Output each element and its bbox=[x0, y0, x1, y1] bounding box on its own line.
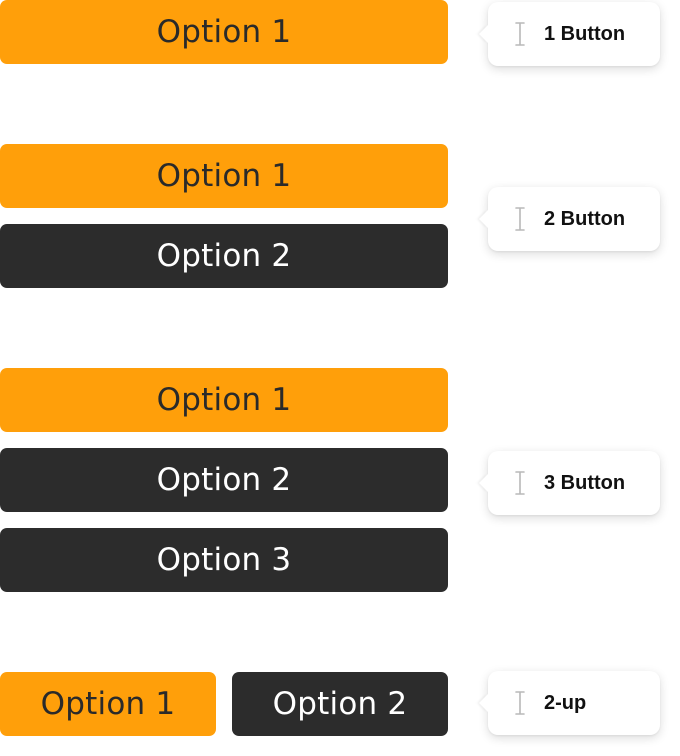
option-1-button[interactable]: Option 1 bbox=[0, 672, 216, 736]
variant-tag-label: 2 Button bbox=[544, 208, 626, 230]
option-1-button[interactable]: Option 1 bbox=[0, 0, 448, 64]
option-1-button[interactable]: Option 1 bbox=[0, 144, 448, 208]
variant-tag-3-button: 3 Button bbox=[488, 451, 660, 515]
option-1-button[interactable]: Option 1 bbox=[0, 368, 448, 432]
text-cursor-icon bbox=[515, 471, 525, 495]
text-cursor-icon bbox=[515, 691, 525, 715]
option-3-button[interactable]: Option 3 bbox=[0, 528, 448, 592]
variant-tag-1-button: 1 Button bbox=[488, 2, 660, 66]
text-cursor-icon bbox=[515, 22, 525, 46]
option-2-button[interactable]: Option 2 bbox=[0, 448, 448, 512]
variant-tag-2-button: 2 Button bbox=[488, 187, 660, 251]
variant-tag-label: 3 Button bbox=[544, 472, 626, 494]
variant-tag-label: 1 Button bbox=[544, 23, 626, 45]
variant-tag-2-up: 2-up bbox=[488, 671, 660, 735]
text-cursor-icon bbox=[515, 207, 525, 231]
option-2-button[interactable]: Option 2 bbox=[232, 672, 448, 736]
variant-tag-label: 2-up bbox=[544, 692, 587, 714]
option-2-button[interactable]: Option 2 bbox=[0, 224, 448, 288]
